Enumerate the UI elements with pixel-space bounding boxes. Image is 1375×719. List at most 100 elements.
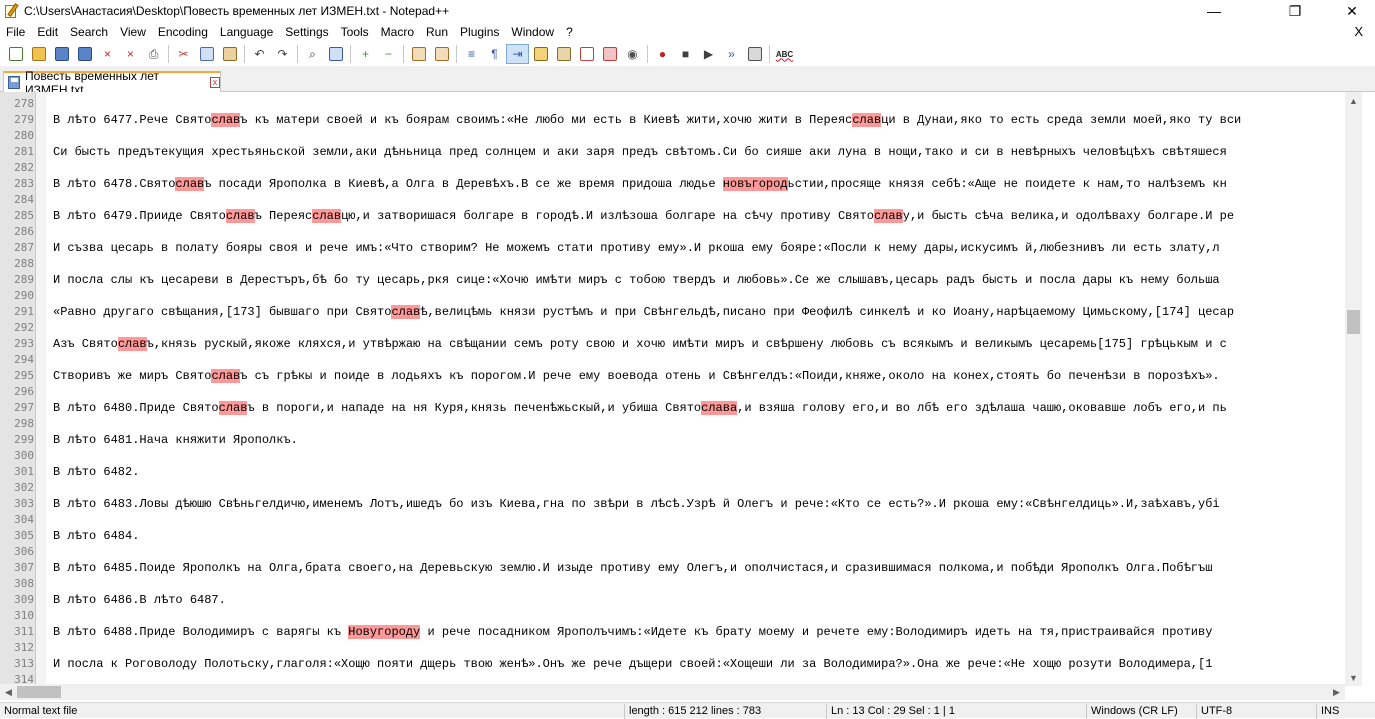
document-map-button[interactable] xyxy=(552,44,575,64)
new-file-button[interactable] xyxy=(4,44,27,64)
paste-button[interactable] xyxy=(218,44,241,64)
user-defined-language-button[interactable] xyxy=(529,44,552,64)
find-button[interactable]: ⌕ xyxy=(301,44,324,64)
function-list-button[interactable] xyxy=(575,44,598,64)
open-file-button[interactable] xyxy=(27,44,50,64)
menu-window[interactable]: Window xyxy=(505,22,560,42)
cut-icon: ✂ xyxy=(178,47,189,61)
scroll-down-icon[interactable]: ▼ xyxy=(1345,669,1362,686)
notepadpp-app-icon[interactable] xyxy=(4,3,20,19)
save-all-button[interactable] xyxy=(73,44,96,64)
sync-horizontal-button[interactable] xyxy=(430,44,453,64)
text-line[interactable]: В лѣто 6481.Нача княжити Ярополкъ. xyxy=(53,432,298,448)
text-line[interactable]: В лѣто 6478.Святославъ посади Ярополка в… xyxy=(53,176,1227,192)
text-line[interactable]: В лѣто 6479.Прииде Святославъ Переясслав… xyxy=(53,208,1234,224)
text-line[interactable]: В лѣто 6488.Приде Володимиръ с варягы къ… xyxy=(53,624,1212,640)
text-line[interactable]: Азъ Святославъ,князь рускый,якоже кляхся… xyxy=(53,336,1227,352)
text-segment: В лѣто 6477.Рече Свято xyxy=(53,113,212,127)
text-line[interactable]: В лѣто 6484. xyxy=(53,528,139,544)
tab-active-document[interactable]: Повесть временных лет ИЗМЕН.txt x xyxy=(3,69,221,97)
menu-language[interactable]: Language xyxy=(214,22,279,42)
zoom-out-icon: − xyxy=(384,47,392,61)
monitoring-button[interactable]: ◉ xyxy=(621,44,644,64)
line-number: 288 xyxy=(14,257,34,270)
status-insert-mode[interactable]: INS xyxy=(1316,704,1375,719)
scroll-left-icon[interactable]: ◀ xyxy=(0,684,17,700)
text-segment: И съзва цесарь в полату бояры своя и реч… xyxy=(53,241,1220,255)
text-segment: Азъ Свято xyxy=(53,337,118,351)
status-encoding[interactable]: UTF-8 xyxy=(1196,704,1314,719)
text-segment: ъ Переяс xyxy=(254,209,313,223)
replace-button[interactable] xyxy=(324,44,347,64)
fold-margin[interactable] xyxy=(36,92,46,686)
text-line[interactable]: Си бысть предътекущия хрестьяньской земл… xyxy=(53,144,1227,160)
text-editor[interactable]: 278 279 280 281 282 283 284 285 286 287 288 289 290 2… xyxy=(0,92,1362,686)
status-eol-format[interactable]: Windows (CR LF) xyxy=(1086,704,1194,719)
text-line[interactable]: «Равно другаго свѣщания,[173] бывшаго пр… xyxy=(53,304,1234,320)
tab-close-icon[interactable]: x xyxy=(209,77,221,88)
indent-guide-button[interactable]: ⇥ xyxy=(506,44,529,64)
toolbar-separator xyxy=(350,45,351,63)
minimize-button[interactable]: — xyxy=(1191,0,1237,22)
menu-search[interactable]: Search xyxy=(64,22,114,42)
show-all-characters-button[interactable]: ¶ xyxy=(483,44,506,64)
zoom-out-button[interactable]: − xyxy=(377,44,400,64)
save-button[interactable] xyxy=(50,44,73,64)
text-line[interactable]: И посла слы къ цесареви в Дерестъръ,бѣ б… xyxy=(53,272,1220,288)
scroll-up-icon[interactable]: ▲ xyxy=(1345,92,1362,109)
menu-tools[interactable]: Tools xyxy=(335,22,375,42)
text-segment: И посла слы къ цесареви в Дерестъръ,бѣ б… xyxy=(53,273,1220,287)
run-macro-multiple-button[interactable]: » xyxy=(720,44,743,64)
copy-button[interactable] xyxy=(195,44,218,64)
close-document-button[interactable]: X xyxy=(1354,22,1363,42)
line-number: 307 xyxy=(14,561,34,574)
record-macro-button[interactable]: ● xyxy=(651,44,674,64)
menu-plugins[interactable]: Plugins xyxy=(454,22,505,42)
close-all-button[interactable]: × xyxy=(119,44,142,64)
folder-as-workspace-button[interactable] xyxy=(598,44,621,64)
line-number: 304 xyxy=(14,513,34,526)
menu-edit[interactable]: Edit xyxy=(31,22,64,42)
text-line[interactable]: И посла к Роговолоду Полотьску,глаголя:«… xyxy=(53,656,1212,672)
line-number: 281 xyxy=(14,145,34,158)
menu-help[interactable]: ? xyxy=(560,22,579,42)
playback-macro-button[interactable]: ▶ xyxy=(697,44,720,64)
text-line[interactable]: В лѣто 6477.Рече Святославъ къ матери св… xyxy=(53,112,1241,128)
undo-button[interactable]: ↶ xyxy=(248,44,271,64)
zoom-in-button[interactable]: + xyxy=(354,44,377,64)
sync-vertical-button[interactable] xyxy=(407,44,430,64)
menu-settings[interactable]: Settings xyxy=(279,22,334,42)
word-wrap-button[interactable]: ≡ xyxy=(460,44,483,64)
redo-button[interactable]: ↷ xyxy=(271,44,294,64)
line-number: 283 xyxy=(14,177,34,190)
text-line[interactable]: И съзва цесарь в полату бояры своя и реч… xyxy=(53,240,1220,256)
text-line[interactable]: В лѣто 6480.Приде Святославъ в пороги,и … xyxy=(53,400,1227,416)
text-line[interactable]: Створивъ же миръ Святославъ съ грѣкы и п… xyxy=(53,368,1220,384)
menu-file[interactable]: File xyxy=(0,22,31,42)
text-line[interactable]: В лѣто 6482. xyxy=(53,464,139,480)
text-line[interactable]: В лѣто 6486.В лѣто 6487. xyxy=(53,592,226,608)
line-number: 290 xyxy=(14,289,34,302)
cut-button[interactable]: ✂ xyxy=(172,44,195,64)
scroll-right-icon[interactable]: ▶ xyxy=(1328,684,1345,700)
horizontal-scrollbar[interactable]: ◀ ▶ xyxy=(0,684,1345,700)
menu-view[interactable]: View xyxy=(114,22,152,42)
stop-recording-button[interactable]: ■ xyxy=(674,44,697,64)
vertical-scrollbar[interactable]: ▲ ▼ xyxy=(1345,92,1362,686)
spell-check-button[interactable]: ABC xyxy=(773,44,796,64)
restore-button[interactable]: ❐ xyxy=(1272,0,1318,22)
menu-encoding[interactable]: Encoding xyxy=(152,22,214,42)
print-button[interactable]: ⎙ xyxy=(142,44,165,64)
save-macro-button[interactable] xyxy=(743,44,766,64)
menu-macro[interactable]: Macro xyxy=(375,22,420,42)
menu-run[interactable]: Run xyxy=(420,22,454,42)
text-line[interactable]: В лѣто 6483.Ловы дѣюшю Свѣньгелдичю,имен… xyxy=(53,496,1220,512)
search-highlight: слава xyxy=(701,401,738,415)
line-number: 285 xyxy=(14,209,34,222)
close-button[interactable]: × xyxy=(96,44,119,64)
close-window-button[interactable]: ✕ xyxy=(1329,0,1375,22)
vertical-scroll-thumb[interactable] xyxy=(1347,310,1360,334)
text-line[interactable]: В лѣто 6485.Поиде Ярополкъ на Олга,брата… xyxy=(53,560,1212,576)
horizontal-scroll-thumb[interactable] xyxy=(17,686,61,698)
word-wrap-icon: ≡ xyxy=(467,47,475,61)
